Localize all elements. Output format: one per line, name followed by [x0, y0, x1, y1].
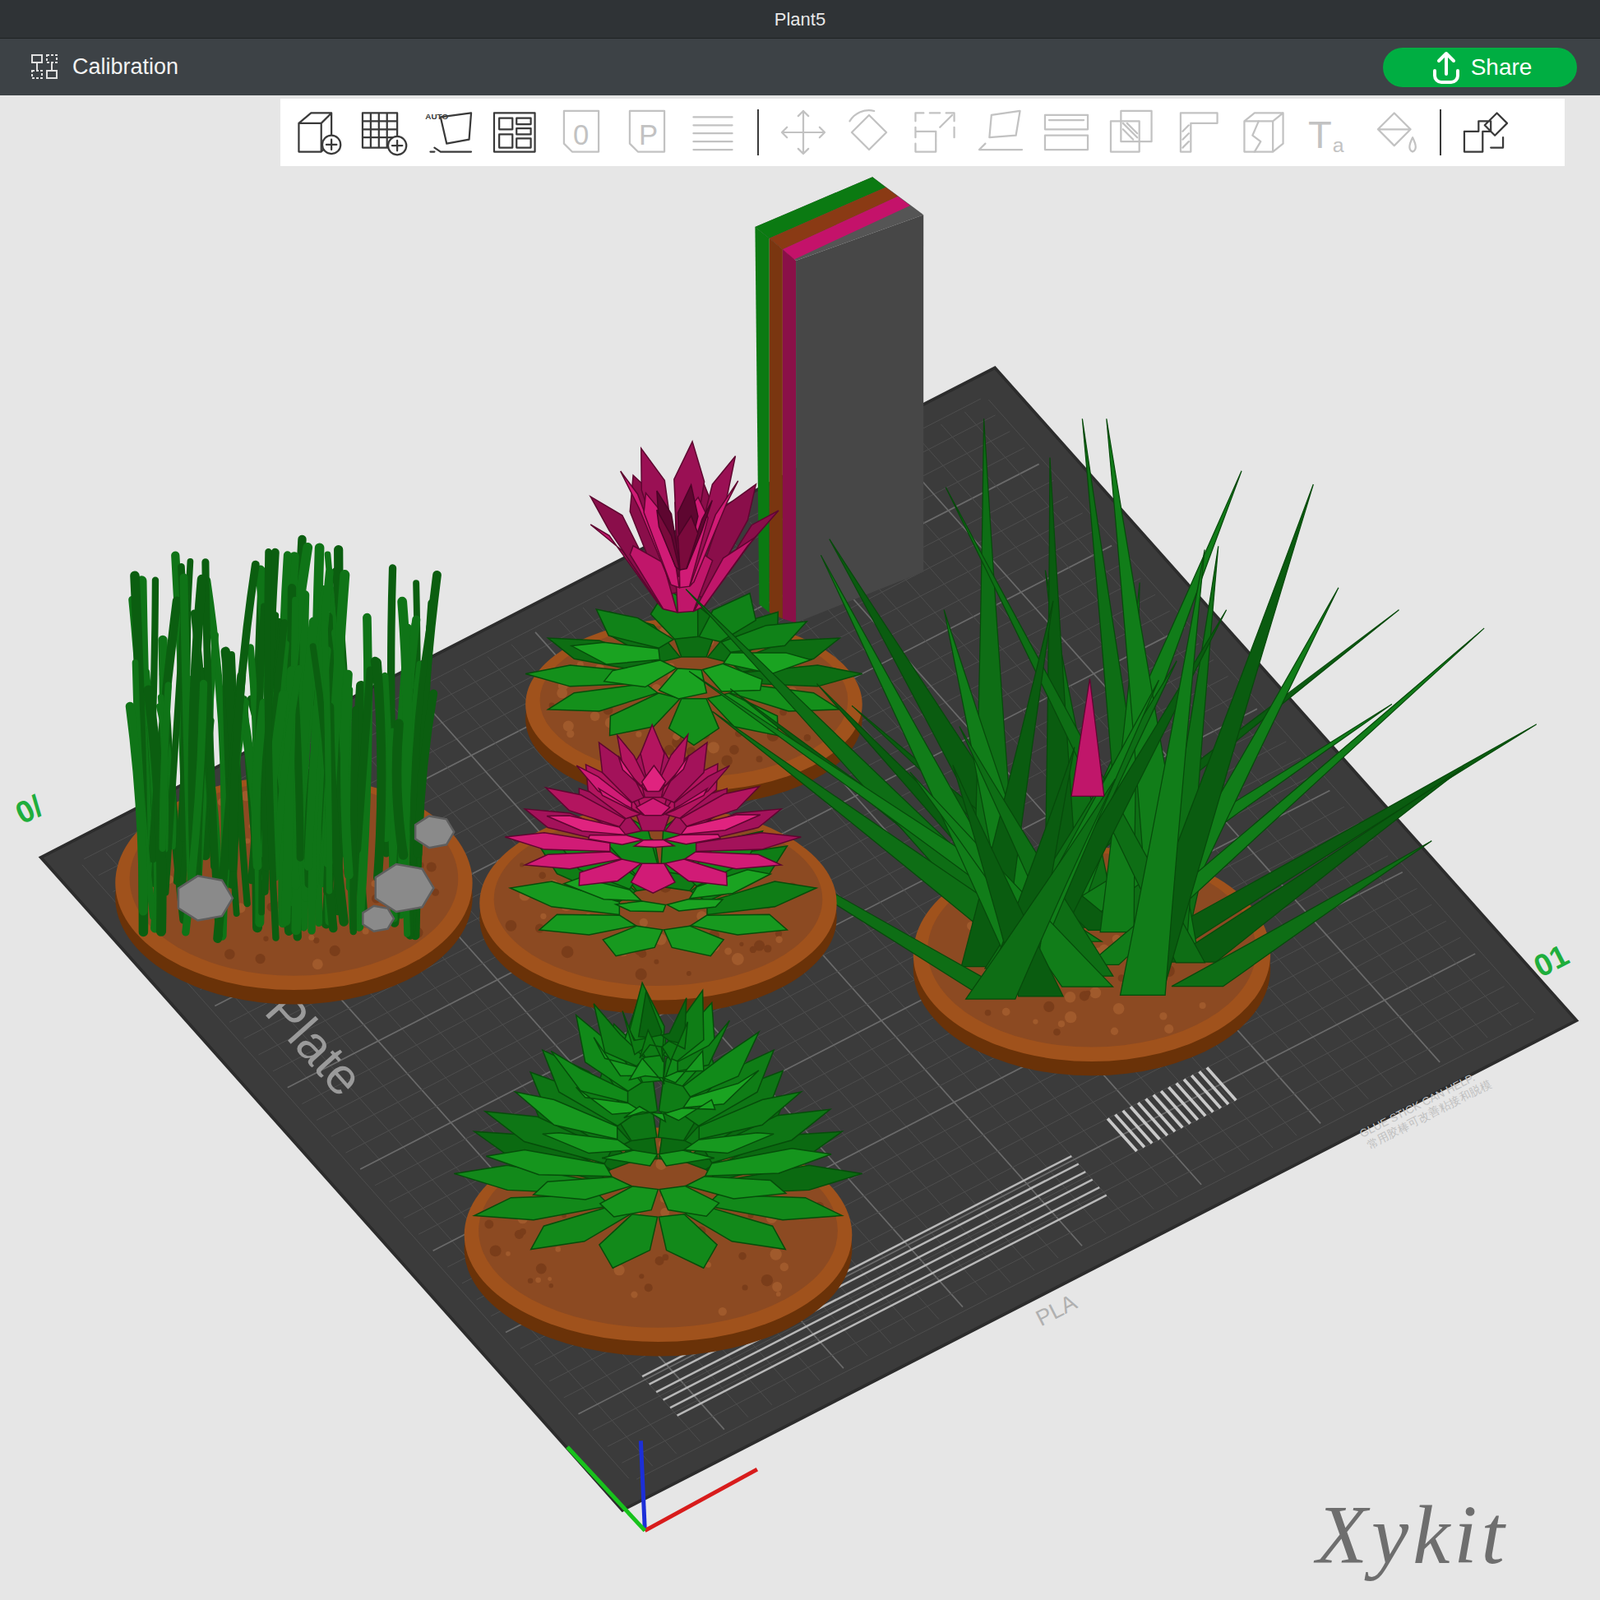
toolbar-glyph: 0 — [573, 119, 589, 151]
plate-number-label: 01 — [1528, 937, 1575, 984]
toolbar-button[interactable] — [679, 100, 746, 165]
boolean-icon — [1106, 106, 1158, 158]
cut-icon — [1238, 106, 1290, 158]
calibration-label[interactable]: Calibration — [72, 50, 179, 84]
plate-origin-label: 0/ — [9, 788, 49, 832]
lay-flat-icon — [975, 106, 1027, 158]
title-bar: Plant5 — [0, 0, 1600, 39]
axes-gizmo — [567, 1440, 758, 1531]
toolbar-button[interactable] — [1165, 100, 1231, 165]
split-icon — [1040, 106, 1092, 158]
toolbar-button[interactable] — [285, 100, 352, 165]
toolbar-button[interactable] — [482, 100, 549, 165]
support-icon — [1172, 106, 1224, 158]
watermark: Xykit — [1313, 1488, 1509, 1582]
pink-flower — [590, 441, 779, 613]
toolbar-button[interactable] — [1099, 100, 1166, 165]
share-button[interactable]: Share — [1382, 47, 1577, 88]
calibration-tab[interactable]: Calibration — [29, 50, 179, 84]
toolbar-button[interactable] — [1230, 100, 1297, 165]
toolbar-glyph: AUTO — [425, 111, 449, 121]
top-bar: Calibration Share — [0, 38, 1600, 96]
toolbar-button[interactable]: Ta — [1296, 100, 1363, 165]
auto-orient-icon: AUTO — [424, 106, 476, 158]
middle-pot — [479, 806, 837, 1015]
plate-number-icon: 0 — [555, 106, 607, 158]
move-icon — [777, 106, 829, 158]
plate-letter-icon: P — [621, 106, 673, 158]
toolbar-glyph: P — [638, 119, 658, 151]
toolbar-button[interactable] — [901, 100, 968, 165]
layers-icon — [687, 106, 739, 158]
toolbar-separator — [1439, 109, 1442, 156]
calibration-icon — [29, 52, 60, 83]
pink-succulent — [504, 724, 801, 893]
toolbar-button[interactable] — [836, 100, 902, 165]
grass-plant — [129, 539, 454, 939]
3d-viewport[interactable]: Cool PlatePLAGLUE STICK CAN HELP.常用胶棒可改善… — [0, 95, 1600, 1600]
rotate-icon — [843, 106, 895, 158]
arrange-icon — [490, 106, 542, 158]
toolbar-separator — [757, 109, 759, 156]
text-icon: Ta — [1304, 106, 1355, 158]
toolbar-button[interactable] — [967, 100, 1034, 165]
add-plate-icon — [358, 106, 410, 158]
toolbar-button[interactable] — [1362, 100, 1429, 165]
share-label[interactable]: Share — [1470, 53, 1533, 82]
toolbar-glyph: T — [1308, 112, 1332, 157]
plate-note-cn: 常用胶棒可改善粘接和脱模 — [1364, 1077, 1494, 1152]
front-pot — [464, 1128, 853, 1357]
main-toolbar: AUTO 0 P Ta — [280, 98, 1565, 167]
green-succulent — [453, 982, 862, 1268]
toolbar-button[interactable]: AUTO — [416, 100, 483, 165]
toolbar-button[interactable] — [1033, 100, 1100, 165]
toolbar-glyph: a — [1332, 134, 1345, 157]
toolbar-button[interactable] — [770, 100, 837, 165]
build-plate-scene[interactable]: Cool PlatePLAGLUE STICK CAN HELP.常用胶棒可改善… — [0, 95, 1600, 1600]
scale-icon — [909, 106, 961, 158]
window-title: Plant5 — [774, 5, 826, 33]
assembly-icon — [1460, 106, 1512, 158]
toolbar-button[interactable] — [1452, 100, 1519, 165]
filament-label: PLA — [1031, 1288, 1083, 1331]
paint-icon — [1369, 106, 1421, 158]
toolbar-button[interactable]: P — [614, 100, 680, 165]
toolbar-button[interactable]: 0 — [548, 100, 615, 165]
upload-icon — [1428, 49, 1465, 86]
add-object-icon — [292, 106, 344, 158]
toolbar-button[interactable] — [351, 100, 417, 165]
